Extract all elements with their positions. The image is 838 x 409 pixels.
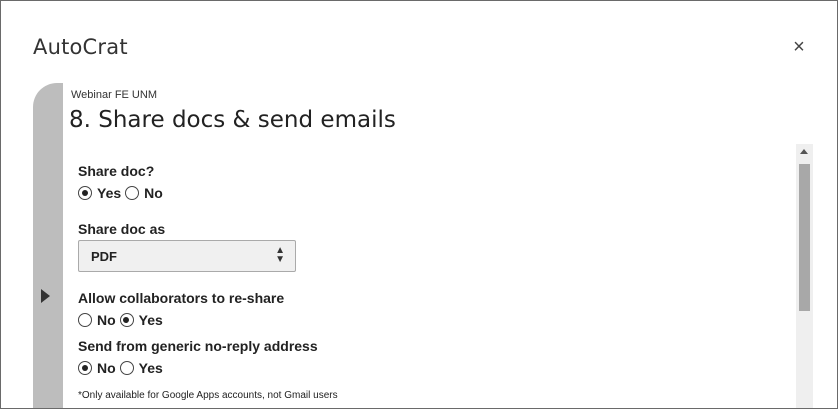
noreply-no-radio[interactable] [78,361,92,375]
share-doc-no-label[interactable]: No [144,185,163,201]
share-as-select[interactable]: PDF ▲ ▼ [78,240,296,272]
scroll-thumb[interactable] [799,164,810,311]
scroll-up-arrow-icon[interactable] [800,149,808,154]
reshare-yes-radio[interactable] [119,313,134,327]
share-doc-radio-group: Yes No [78,185,167,201]
project-subtitle: Webinar FE UNM [71,89,157,101]
share-as-value: PDF [91,249,117,264]
noreply-no-label[interactable]: No [97,360,116,376]
share-as-label: Share doc as [78,221,166,237]
expand-arrow-icon[interactable] [41,289,50,303]
noreply-label: Send from generic no-reply address [78,338,318,354]
noreply-yes-radio[interactable] [119,361,134,375]
select-chevron-icon: ▲ ▼ [275,245,285,265]
side-rail[interactable] [33,83,63,408]
noreply-note: *Only available for Google Apps accounts… [78,390,338,401]
share-doc-yes-radio[interactable] [78,186,92,200]
noreply-radio-group: No Yes [78,360,167,376]
autocrat-dialog: AutoCrat × Webinar FE UNM 8. Share docs … [0,0,838,409]
reshare-label: Allow collaborators to re-share [78,290,285,306]
reshare-no-label[interactable]: No [97,312,116,328]
share-doc-yes-label[interactable]: Yes [97,185,121,201]
reshare-no-radio[interactable] [78,313,92,327]
share-doc-no-radio[interactable] [125,186,140,200]
reshare-radio-group: No Yes [78,312,167,328]
noreply-yes-label[interactable]: Yes [139,360,163,376]
app-title: AutoCrat [33,35,128,59]
reshare-yes-label[interactable]: Yes [139,312,163,328]
share-doc-label: Share doc? [78,163,155,179]
close-icon[interactable]: × [790,36,808,58]
step-title: 8. Share docs & send emails [69,107,396,133]
form-scrollbar[interactable] [796,144,813,408]
